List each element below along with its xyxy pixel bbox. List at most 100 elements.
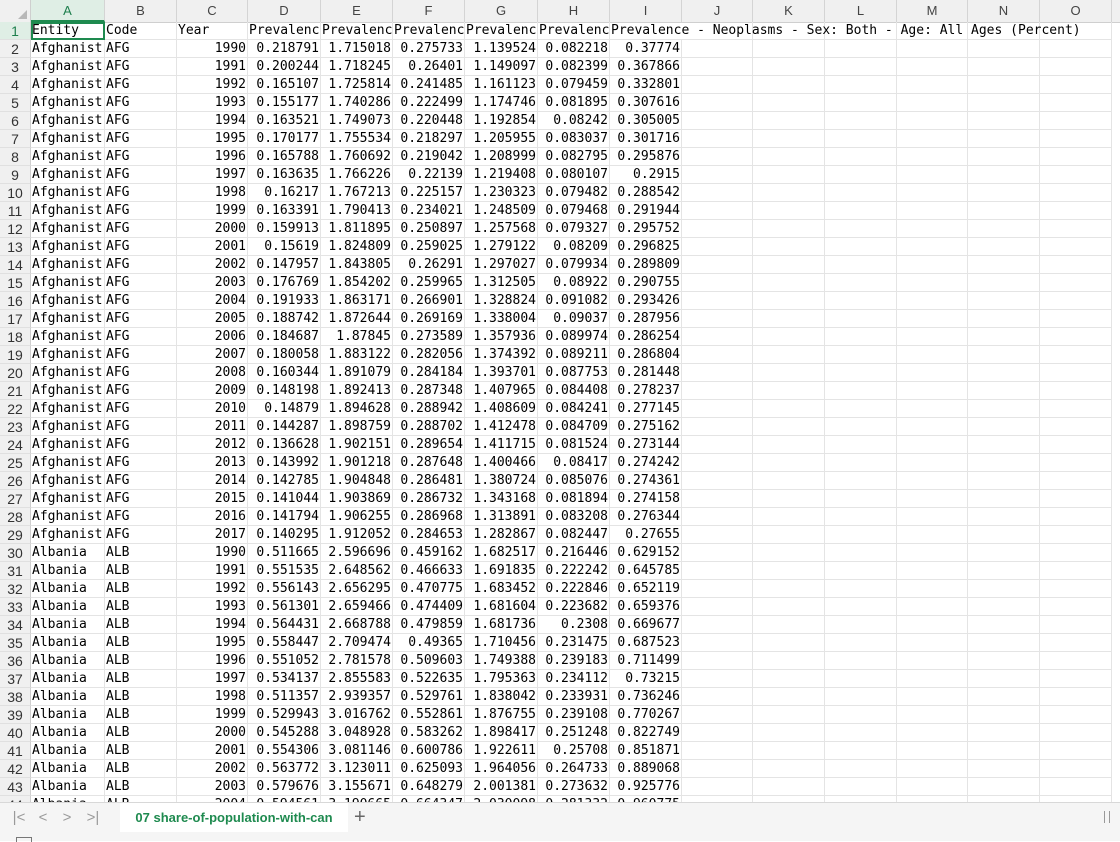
empty-cell[interactable] [968, 76, 1040, 94]
empty-cell[interactable] [682, 562, 753, 580]
empty-cell[interactable] [897, 490, 968, 508]
data-cell[interactable]: 0.08242 [538, 112, 610, 130]
data-cell[interactable]: 0.08922 [538, 274, 610, 292]
empty-cell[interactable] [825, 652, 897, 670]
empty-cell[interactable] [825, 202, 897, 220]
empty-cell[interactable] [968, 436, 1040, 454]
empty-cell[interactable] [825, 184, 897, 202]
data-cell[interactable]: 1.681736 [465, 616, 538, 634]
empty-cell[interactable] [825, 562, 897, 580]
empty-cell[interactable] [753, 508, 825, 526]
data-cell[interactable]: 0.286804 [610, 346, 682, 364]
data-cell[interactable]: 0.851871 [610, 742, 682, 760]
data-cell[interactable]: AFG [105, 292, 177, 310]
empty-cell[interactable] [968, 400, 1040, 418]
row-number[interactable]: 29 [0, 526, 31, 544]
data-cell[interactable]: 0.293426 [610, 292, 682, 310]
empty-cell[interactable] [968, 346, 1040, 364]
data-cell[interactable]: AFG [105, 508, 177, 526]
data-cell[interactable]: 1.691835 [465, 562, 538, 580]
empty-cell[interactable] [825, 148, 897, 166]
empty-cell[interactable] [968, 742, 1040, 760]
empty-cell[interactable] [825, 778, 897, 796]
data-cell[interactable]: 0.219042 [393, 148, 465, 166]
data-cell[interactable]: 1.740286 [321, 94, 393, 112]
data-cell[interactable]: Afghanist [31, 202, 105, 220]
empty-cell[interactable] [1040, 742, 1112, 760]
empty-cell[interactable] [682, 544, 753, 562]
data-cell[interactable]: 1998 [177, 184, 248, 202]
empty-cell[interactable] [968, 58, 1040, 76]
data-cell[interactable]: 0.296825 [610, 238, 682, 256]
empty-cell[interactable] [968, 508, 1040, 526]
data-cell[interactable]: 0.564431 [248, 616, 321, 634]
data-cell[interactable]: 0.558447 [248, 634, 321, 652]
data-cell[interactable]: 1991 [177, 58, 248, 76]
data-cell[interactable]: 0.273632 [538, 778, 610, 796]
empty-cell[interactable] [968, 40, 1040, 58]
data-cell[interactable]: 1.149097 [465, 58, 538, 76]
empty-cell[interactable] [753, 184, 825, 202]
data-cell[interactable]: 0.26401 [393, 58, 465, 76]
empty-cell[interactable] [753, 760, 825, 778]
data-cell[interactable]: AFG [105, 490, 177, 508]
empty-cell[interactable] [897, 670, 968, 688]
data-cell[interactable]: 0.218297 [393, 130, 465, 148]
empty-cell[interactable] [825, 598, 897, 616]
column-header-e[interactable]: E [321, 0, 393, 22]
row-number[interactable]: 2 [0, 40, 31, 58]
data-cell[interactable]: 0.159913 [248, 220, 321, 238]
empty-cell[interactable] [1040, 418, 1112, 436]
data-cell[interactable]: 1994 [177, 112, 248, 130]
data-cell[interactable]: 1.408609 [465, 400, 538, 418]
column-header-m[interactable]: M [897, 0, 968, 22]
row-number[interactable]: 36 [0, 652, 31, 670]
data-cell[interactable]: 0.511357 [248, 688, 321, 706]
data-cell[interactable]: 0.291944 [610, 202, 682, 220]
empty-cell[interactable] [682, 346, 753, 364]
empty-cell[interactable] [825, 454, 897, 472]
empty-cell[interactable] [825, 364, 897, 382]
data-cell[interactable]: Afghanist [31, 454, 105, 472]
data-cell[interactable]: 0.089211 [538, 346, 610, 364]
row-number[interactable]: 43 [0, 778, 31, 796]
data-cell[interactable]: 0.163521 [248, 112, 321, 130]
row-number[interactable]: 12 [0, 220, 31, 238]
empty-cell[interactable] [825, 40, 897, 58]
data-cell[interactable]: Afghanist [31, 274, 105, 292]
data-cell[interactable]: 1.903869 [321, 490, 393, 508]
data-cell[interactable]: 2012 [177, 436, 248, 454]
data-cell[interactable]: 1.407965 [465, 382, 538, 400]
data-cell[interactable]: AFG [105, 202, 177, 220]
data-cell[interactable]: 0.288702 [393, 418, 465, 436]
column-header-j[interactable]: J [682, 0, 753, 22]
data-cell[interactable]: 2015 [177, 490, 248, 508]
empty-cell[interactable] [753, 436, 825, 454]
data-cell[interactable]: 0.2308 [538, 616, 610, 634]
empty-cell[interactable] [897, 112, 968, 130]
data-cell[interactable]: 0.180058 [248, 346, 321, 364]
data-cell[interactable]: 2.648562 [321, 562, 393, 580]
empty-cell[interactable] [753, 580, 825, 598]
empty-cell[interactable] [753, 634, 825, 652]
data-cell[interactable]: AFG [105, 454, 177, 472]
data-cell[interactable]: 0.287648 [393, 454, 465, 472]
data-cell[interactable]: 0.367866 [610, 58, 682, 76]
empty-cell[interactable] [897, 400, 968, 418]
empty-cell[interactable] [682, 706, 753, 724]
empty-cell[interactable] [753, 202, 825, 220]
data-cell[interactable]: AFG [105, 364, 177, 382]
data-cell[interactable]: AFG [105, 166, 177, 184]
empty-cell[interactable] [1040, 58, 1112, 76]
data-cell[interactable]: 0.274158 [610, 490, 682, 508]
data-cell[interactable]: 0.545288 [248, 724, 321, 742]
empty-cell[interactable] [1040, 598, 1112, 616]
last-sheet-icon[interactable]: >| [84, 809, 102, 826]
empty-cell[interactable] [825, 688, 897, 706]
data-cell[interactable]: 0.305005 [610, 112, 682, 130]
empty-cell[interactable] [753, 490, 825, 508]
data-cell[interactable]: 1.811895 [321, 220, 393, 238]
empty-cell[interactable] [897, 688, 968, 706]
data-cell[interactable]: 0.241485 [393, 76, 465, 94]
data-cell[interactable]: 1.297027 [465, 256, 538, 274]
